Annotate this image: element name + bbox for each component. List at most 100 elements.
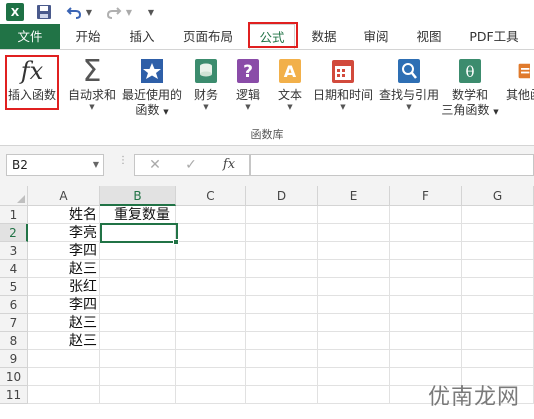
cell-e1[interactable]	[318, 206, 390, 224]
column-header-c[interactable]: C	[176, 186, 246, 206]
cell-d5[interactable]	[246, 278, 318, 296]
cell-d3[interactable]	[246, 242, 318, 260]
cell-f9[interactable]	[390, 350, 462, 368]
cell-c1[interactable]	[176, 206, 246, 224]
cell-g4[interactable]	[462, 260, 534, 278]
cell-d11[interactable]	[246, 386, 318, 404]
tab-view[interactable]: 视图	[405, 24, 453, 49]
formula-input[interactable]	[250, 154, 534, 176]
cell-f6[interactable]	[390, 296, 462, 314]
cell-e9[interactable]	[318, 350, 390, 368]
cell-b3[interactable]	[100, 242, 176, 260]
column-header-d[interactable]: D	[246, 186, 318, 206]
math-trig-button[interactable]: θ 数学和 三角函数 ▼	[440, 54, 500, 120]
cell-e5[interactable]	[318, 278, 390, 296]
column-header-e[interactable]: E	[318, 186, 390, 206]
cell-g6[interactable]	[462, 296, 534, 314]
column-header-g[interactable]: G	[462, 186, 534, 206]
cell-b6[interactable]	[100, 296, 176, 314]
cancel-icon[interactable]: ✕	[143, 155, 167, 175]
cell-e7[interactable]	[318, 314, 390, 332]
cell-e4[interactable]	[318, 260, 390, 278]
enter-icon[interactable]: ✓	[179, 155, 203, 175]
insert-function-icon[interactable]: fx	[217, 155, 241, 175]
logical-button[interactable]: ? 逻辑 ▼	[230, 54, 266, 111]
cell-c8[interactable]	[176, 332, 246, 350]
cell-f1[interactable]	[390, 206, 462, 224]
cell-d9[interactable]	[246, 350, 318, 368]
cell-a4[interactable]: 赵三	[28, 260, 100, 278]
cell-e10[interactable]	[318, 368, 390, 386]
cell-d2[interactable]	[246, 224, 318, 242]
cell-g8[interactable]	[462, 332, 534, 350]
cell-a5[interactable]: 张红	[28, 278, 100, 296]
tab-home[interactable]: 开始	[64, 24, 112, 49]
cell-c7[interactable]	[176, 314, 246, 332]
cell-c3[interactable]	[176, 242, 246, 260]
cell-a1[interactable]: 姓名	[28, 206, 100, 224]
undo-icon[interactable]	[66, 3, 82, 21]
cell-e6[interactable]	[318, 296, 390, 314]
cell-f7[interactable]	[390, 314, 462, 332]
cell-a8[interactable]: 赵三	[28, 332, 100, 350]
insert-function-button[interactable]: fx 插入函数	[5, 54, 59, 103]
cell-g9[interactable]	[462, 350, 534, 368]
cell-g3[interactable]	[462, 242, 534, 260]
cell-d7[interactable]	[246, 314, 318, 332]
cell-f4[interactable]	[390, 260, 462, 278]
select-all-corner[interactable]	[0, 186, 28, 206]
cell-d4[interactable]	[246, 260, 318, 278]
cell-a2[interactable]: 李亮	[28, 224, 100, 242]
tab-pdf-tools[interactable]: PDF工具	[462, 24, 526, 49]
cell-e8[interactable]	[318, 332, 390, 350]
name-box[interactable]: B2 ▼	[6, 154, 104, 176]
row-header-7[interactable]: 7	[0, 314, 28, 332]
cell-c4[interactable]	[176, 260, 246, 278]
row-header-4[interactable]: 4	[0, 260, 28, 278]
column-header-f[interactable]: F	[390, 186, 462, 206]
column-header-b[interactable]: B	[100, 186, 176, 206]
cell-c11[interactable]	[176, 386, 246, 404]
cell-c5[interactable]	[176, 278, 246, 296]
cell-g7[interactable]	[462, 314, 534, 332]
cell-g2[interactable]	[462, 224, 534, 242]
cell-f5[interactable]	[390, 278, 462, 296]
cell-b7[interactable]	[100, 314, 176, 332]
cell-d8[interactable]	[246, 332, 318, 350]
cell-g5[interactable]	[462, 278, 534, 296]
cell-d6[interactable]	[246, 296, 318, 314]
cell-a9[interactable]	[28, 350, 100, 368]
autosum-button[interactable]: Σ 自动求和 ▼	[64, 54, 120, 112]
save-icon[interactable]	[36, 3, 52, 21]
recently-used-button[interactable]: 最近使用的 函数 ▼	[120, 54, 184, 120]
cell-b9[interactable]	[100, 350, 176, 368]
cell-e3[interactable]	[318, 242, 390, 260]
cell-f2[interactable]	[390, 224, 462, 242]
cell-g1[interactable]	[462, 206, 534, 224]
fill-handle[interactable]	[173, 239, 179, 245]
undo-dropdown-icon[interactable]: ▼	[84, 3, 94, 21]
cell-a3[interactable]: 李四	[28, 242, 100, 260]
cell-b11[interactable]	[100, 386, 176, 404]
date-time-button[interactable]: 日期和时间 ▼	[310, 54, 376, 111]
cell-b2[interactable]	[100, 224, 176, 242]
column-header-a[interactable]: A	[28, 186, 100, 206]
redo-dropdown-icon[interactable]: ▼	[124, 3, 134, 21]
cell-b1[interactable]: 重复数量	[100, 206, 176, 224]
customize-icon[interactable]: ▼	[146, 3, 156, 21]
row-header-5[interactable]: 5	[0, 278, 28, 296]
cell-b5[interactable]	[100, 278, 176, 296]
tab-formulas[interactable]: 公式	[249, 24, 295, 49]
row-header-3[interactable]: 3	[0, 242, 28, 260]
tab-file[interactable]: 文件	[0, 24, 60, 49]
cell-e2[interactable]	[318, 224, 390, 242]
cell-b4[interactable]	[100, 260, 176, 278]
cell-b8[interactable]	[100, 332, 176, 350]
financial-button[interactable]: 财务 ▼	[188, 54, 224, 111]
redo-icon[interactable]	[106, 3, 122, 21]
cell-d1[interactable]	[246, 206, 318, 224]
cell-c9[interactable]	[176, 350, 246, 368]
name-box-dropdown-icon[interactable]: ▼	[93, 155, 99, 175]
cell-c6[interactable]	[176, 296, 246, 314]
excel-icon[interactable]: X	[6, 3, 24, 21]
